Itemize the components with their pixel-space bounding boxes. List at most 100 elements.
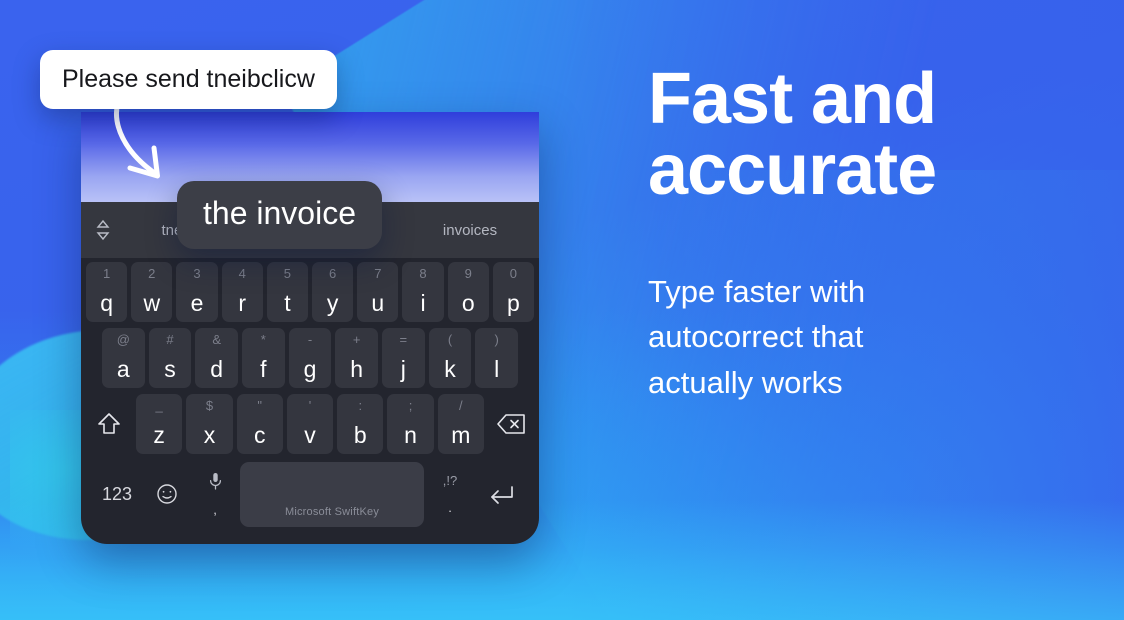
keyboard-row-2: @ a # s & d * f -g + h = j (k ) l: [84, 328, 536, 388]
key-label: k: [444, 356, 456, 382]
key-alt-label: ;: [408, 398, 413, 413]
key-label: r: [238, 290, 247, 316]
typed-text-tooltip: Please send tneibclicw: [40, 50, 337, 109]
key-rows: 1q 2w 3e 4r 5t 6y 7u 8i 9o 0p @ a # s & d *…: [81, 258, 539, 527]
key-alt-label: 6: [328, 266, 337, 281]
key-f[interactable]: * f: [242, 328, 285, 388]
key-alt-label: (: [447, 332, 453, 347]
period-key-label: .: [448, 500, 452, 515]
promo-banner: tneibclicw the invoice invoices 1q 2w 3e…: [0, 0, 1124, 620]
key-label: v: [304, 422, 316, 448]
key-label: i: [420, 290, 426, 316]
keyboard-bottom-row: 123 , Microsoft SwiftKey ,!? .: [84, 460, 536, 527]
key-v[interactable]: ' v: [286, 394, 334, 454]
key-alt-label: 2: [148, 266, 156, 281]
key-t[interactable]: 5t: [266, 262, 308, 322]
key-alt-label: 4: [238, 266, 246, 281]
key-alt-label: -: [307, 332, 313, 347]
key-a[interactable]: @ a: [101, 328, 145, 388]
microphone-key[interactable]: ,: [194, 466, 236, 522]
key-b[interactable]: :b: [337, 394, 384, 454]
smiley-face-icon[interactable]: [144, 466, 190, 522]
key-q[interactable]: 1q: [85, 262, 128, 322]
key-s[interactable]: # s: [148, 328, 192, 388]
key-label: b: [353, 422, 367, 448]
prediction-popup[interactable]: the invoice: [177, 181, 382, 249]
key-y[interactable]: 6y: [312, 262, 354, 322]
backspace-delete-icon[interactable]: [488, 394, 534, 454]
key-p[interactable]: 0p: [492, 262, 535, 322]
key-j[interactable]: = j: [382, 328, 425, 388]
keyboard-mockup: tneibclicw the invoice invoices 1q 2w 3e…: [81, 112, 539, 544]
key-label: z: [153, 422, 165, 448]
key-label: g: [303, 356, 317, 382]
suggestion-item-3[interactable]: invoices: [401, 222, 539, 239]
marketing-copy: Fast and accurate Type faster with autoc…: [648, 59, 1068, 405]
key-alt-label: :: [358, 398, 363, 413]
spacebar-label: Microsoft SwiftKey: [284, 505, 380, 518]
key-i[interactable]: 8i: [402, 262, 444, 322]
key-label: h: [350, 356, 364, 382]
key-label: l: [494, 356, 500, 382]
key-label: o: [461, 290, 475, 316]
key-x[interactable]: $ x: [186, 394, 233, 454]
marketing-subcopy: Type faster with autocorrect that actual…: [648, 273, 866, 400]
key-label: n: [404, 422, 417, 448]
key-label: e: [190, 290, 204, 316]
key-label: w: [143, 290, 161, 316]
key-alt-label: $: [205, 398, 214, 413]
key-alt-label: /: [459, 398, 463, 413]
key-d[interactable]: & d: [195, 328, 238, 388]
key-alt-label: ': [308, 398, 312, 413]
keyboard-row-1: 1q 2w 3e 4r 5t 6y 7u 8i 9o 0p: [84, 262, 536, 322]
key-n[interactable]: ; n: [387, 394, 434, 454]
key-w[interactable]: 2w: [131, 262, 173, 322]
punctuation-key-label: ,!?: [442, 473, 458, 488]
numbers-key-label: 123: [101, 483, 133, 504]
key-h[interactable]: + h: [335, 328, 379, 388]
key-label: q: [100, 290, 113, 316]
comma-key-label: ,: [213, 502, 217, 517]
key-label: d: [210, 356, 224, 382]
key-label: u: [371, 290, 385, 316]
key-alt-label: 7: [374, 266, 382, 281]
key-alt-label: 3: [193, 266, 201, 281]
key-u[interactable]: 7u: [357, 262, 399, 322]
key-alt-label: =: [399, 332, 408, 347]
keyboard-panel: tneibclicw the invoice invoices 1q 2w 3e…: [81, 202, 539, 544]
key-alt-label: @: [116, 332, 130, 347]
key-label: f: [260, 356, 267, 382]
keyboard-row-3: _ z $ x " c ' v :b ; n / m: [84, 394, 536, 454]
key-g[interactable]: -g: [288, 328, 332, 388]
page-title: Fast and accurate: [648, 59, 937, 211]
key-alt-label: 9: [464, 266, 472, 281]
key-alt-label: &: [212, 332, 221, 347]
key-o[interactable]: 9o: [447, 262, 489, 322]
key-alt-label: _: [155, 398, 163, 413]
key-c[interactable]: " c: [236, 394, 283, 454]
key-z[interactable]: _ z: [136, 394, 183, 454]
key-alt-label: +: [352, 332, 361, 347]
shift-arrow-up-icon[interactable]: [86, 394, 132, 454]
key-label: s: [164, 356, 176, 382]
key-label: p: [507, 290, 520, 316]
key-l[interactable]: ) l: [475, 328, 519, 388]
key-label: t: [284, 290, 291, 316]
key-alt-label: 5: [283, 266, 292, 281]
key-label: a: [116, 356, 130, 382]
chevron-up-down-icon[interactable]: [81, 219, 125, 241]
enter-return-icon[interactable]: [476, 466, 526, 522]
key-k[interactable]: (k: [428, 328, 472, 388]
key-e[interactable]: 3e: [176, 262, 218, 322]
key-label: x: [203, 422, 216, 448]
key-label: c: [253, 422, 266, 448]
key-alt-label: 8: [419, 266, 427, 281]
key-label: m: [451, 422, 471, 448]
punctuation-key[interactable]: ,!? .: [428, 466, 472, 522]
key-alt-label: #: [166, 332, 174, 347]
numbers-key[interactable]: 123: [94, 466, 140, 522]
key-r[interactable]: 4r: [221, 262, 263, 322]
key-m[interactable]: / m: [437, 394, 484, 454]
key-alt-label: ): [494, 332, 499, 347]
spacebar[interactable]: Microsoft SwiftKey: [240, 461, 424, 527]
